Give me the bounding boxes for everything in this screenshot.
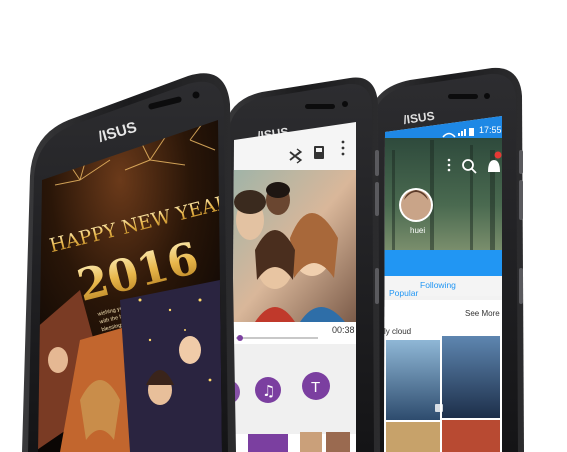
earpiece xyxy=(448,94,478,99)
power-button xyxy=(519,268,523,304)
music-note-icon: ♫ xyxy=(262,382,275,400)
party-photo xyxy=(120,280,222,452)
photo-thumbnail[interactable] xyxy=(386,340,440,420)
see-more-link[interactable]: See More xyxy=(465,309,500,318)
status-time: 17:55 xyxy=(479,125,502,135)
battery-icon xyxy=(469,128,474,136)
photo-thumbnail[interactable] xyxy=(442,420,500,452)
volume-button xyxy=(375,150,379,176)
phone-left: /ISUS HAPPY NEW YEAR 2016 wishing you a … xyxy=(22,73,236,452)
clip-thumbnail[interactable] xyxy=(248,434,288,452)
tab-popular[interactable]: Popular xyxy=(389,288,418,298)
clip-thumbnail[interactable] xyxy=(326,432,350,452)
front-camera xyxy=(342,101,348,107)
volume-button xyxy=(375,182,379,216)
video-time: 00:38 xyxy=(332,325,355,335)
photo-thumbnail[interactable] xyxy=(442,336,500,418)
section-title: ly cloud xyxy=(384,327,411,336)
volume-button xyxy=(519,180,523,220)
tab-following[interactable]: Following xyxy=(420,280,456,290)
notification-badge xyxy=(494,151,502,159)
earpiece xyxy=(305,104,335,109)
clip-thumbnail[interactable] xyxy=(300,432,322,452)
profile-name: huei xyxy=(410,226,425,235)
promo-scene: /ISUS 17:55 huei Popular Following ly cl… xyxy=(0,0,567,452)
front-camera xyxy=(192,91,200,99)
front-camera xyxy=(484,93,490,99)
tab-bar xyxy=(384,250,502,276)
volume-button xyxy=(519,150,523,174)
more-vert-icon[interactable] xyxy=(447,158,451,172)
more-vert-icon[interactable] xyxy=(341,140,345,156)
video-progress-handle[interactable] xyxy=(237,335,243,341)
phone-middle: /ISUS 00:38 ♫ T xyxy=(222,77,380,452)
phone-right: /ISUS 17:55 huei Popular Following ly cl… xyxy=(366,67,524,452)
phones-illustration: /ISUS 17:55 huei Popular Following ly cl… xyxy=(22,67,524,452)
photo-icon xyxy=(435,404,443,412)
save-icon[interactable] xyxy=(314,146,324,159)
photo-thumbnail[interactable] xyxy=(386,422,440,452)
text-tool-icon: T xyxy=(311,379,320,396)
power-button xyxy=(375,268,379,304)
